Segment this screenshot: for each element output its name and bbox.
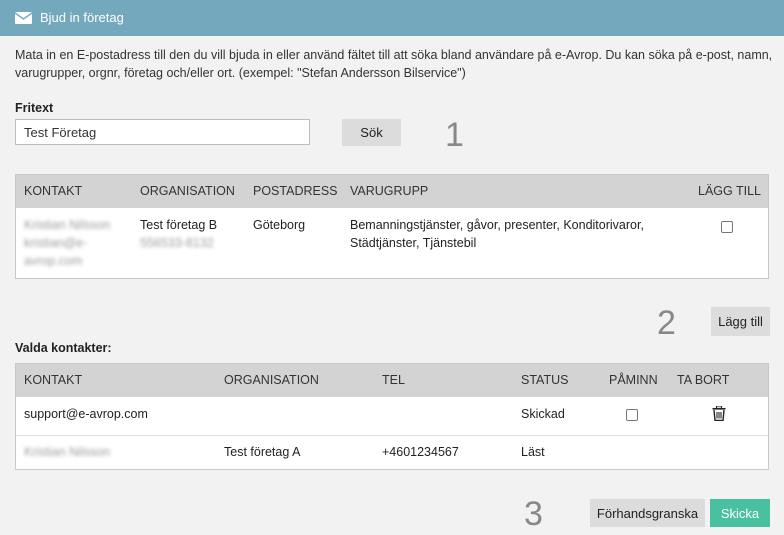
postadress: Göteborg — [253, 218, 306, 232]
add-button[interactable]: Lägg till — [711, 307, 770, 336]
selected-contacts-table: KONTAKT ORGANISATION TEL STATUS PÅMINN T… — [15, 363, 769, 470]
contact-email: kristian@e- — [24, 236, 88, 250]
col-postadress: POSTADRESS — [253, 184, 338, 198]
remind-checkbox[interactable] — [626, 409, 638, 421]
preview-button[interactable]: Förhandsgranska — [590, 499, 705, 527]
col-paminn: PÅMINN — [609, 373, 658, 387]
varugrupp: Bemanningstjänster, gåvor, presenter, Ko… — [350, 218, 644, 232]
search-button[interactable]: Sök — [342, 119, 401, 146]
search-results-table: KONTAKT ORGANISATION POSTADRESS VARUGRUP… — [15, 174, 769, 279]
col-tel: TEL — [382, 373, 405, 387]
trash-icon[interactable] — [712, 406, 726, 421]
col-organisation: ORGANISATION — [140, 184, 235, 198]
dialog-title: Bjud in företag — [40, 10, 124, 25]
envelope-icon — [15, 12, 32, 24]
results-header: KONTAKT ORGANISATION POSTADRESS VARUGRUP… — [16, 175, 768, 208]
step-number-3: 3 — [524, 495, 543, 533]
selected-contacts-label: Valda kontakter: — [15, 341, 112, 355]
organisation-number: 556533-8132 — [140, 236, 214, 250]
selected-status: Läst — [521, 445, 545, 459]
col-kontakt: KONTAKT — [24, 184, 83, 198]
organisation-name: Test företag B — [140, 218, 218, 232]
add-checkbox[interactable] — [721, 221, 733, 233]
contact-name: Kristian Nilsson — [24, 218, 111, 232]
intro-text: Mata in en E-postadress till den du vill… — [15, 48, 773, 80]
contact-email-cont: avrop.com — [24, 254, 83, 268]
step-number-2: 2 — [657, 304, 676, 342]
col-organisation: ORGANISATION — [224, 373, 319, 387]
send-button[interactable]: Skicka — [710, 499, 770, 527]
col-ta-bort: TA BORT — [677, 373, 730, 387]
selected-contact: support@e-avrop.com — [24, 407, 148, 421]
selected-organisation: Test företag A — [224, 445, 301, 459]
selected-header: KONTAKT ORGANISATION TEL STATUS PÅMINN T… — [16, 364, 768, 397]
dialog-titlebar: Bjud in företag — [0, 0, 784, 36]
fritext-input[interactable] — [15, 119, 310, 145]
col-kontakt: KONTAKT — [24, 373, 83, 387]
step-number-1: 1 — [445, 116, 464, 154]
selected-contact: Kristian Nilsson — [24, 445, 111, 459]
col-status: STATUS — [521, 373, 569, 387]
fritext-label: Fritext — [15, 101, 54, 115]
col-varugrupp: VARUGRUPP — [350, 184, 429, 198]
varugrupp-cont: Städtjänster, Tjänstebil — [350, 236, 477, 250]
col-lagg-till: LÄGG TILL — [698, 184, 761, 198]
selected-status: Skickad — [521, 407, 565, 421]
selected-tel: +4601234567 — [382, 445, 459, 459]
row-divider — [16, 435, 768, 436]
